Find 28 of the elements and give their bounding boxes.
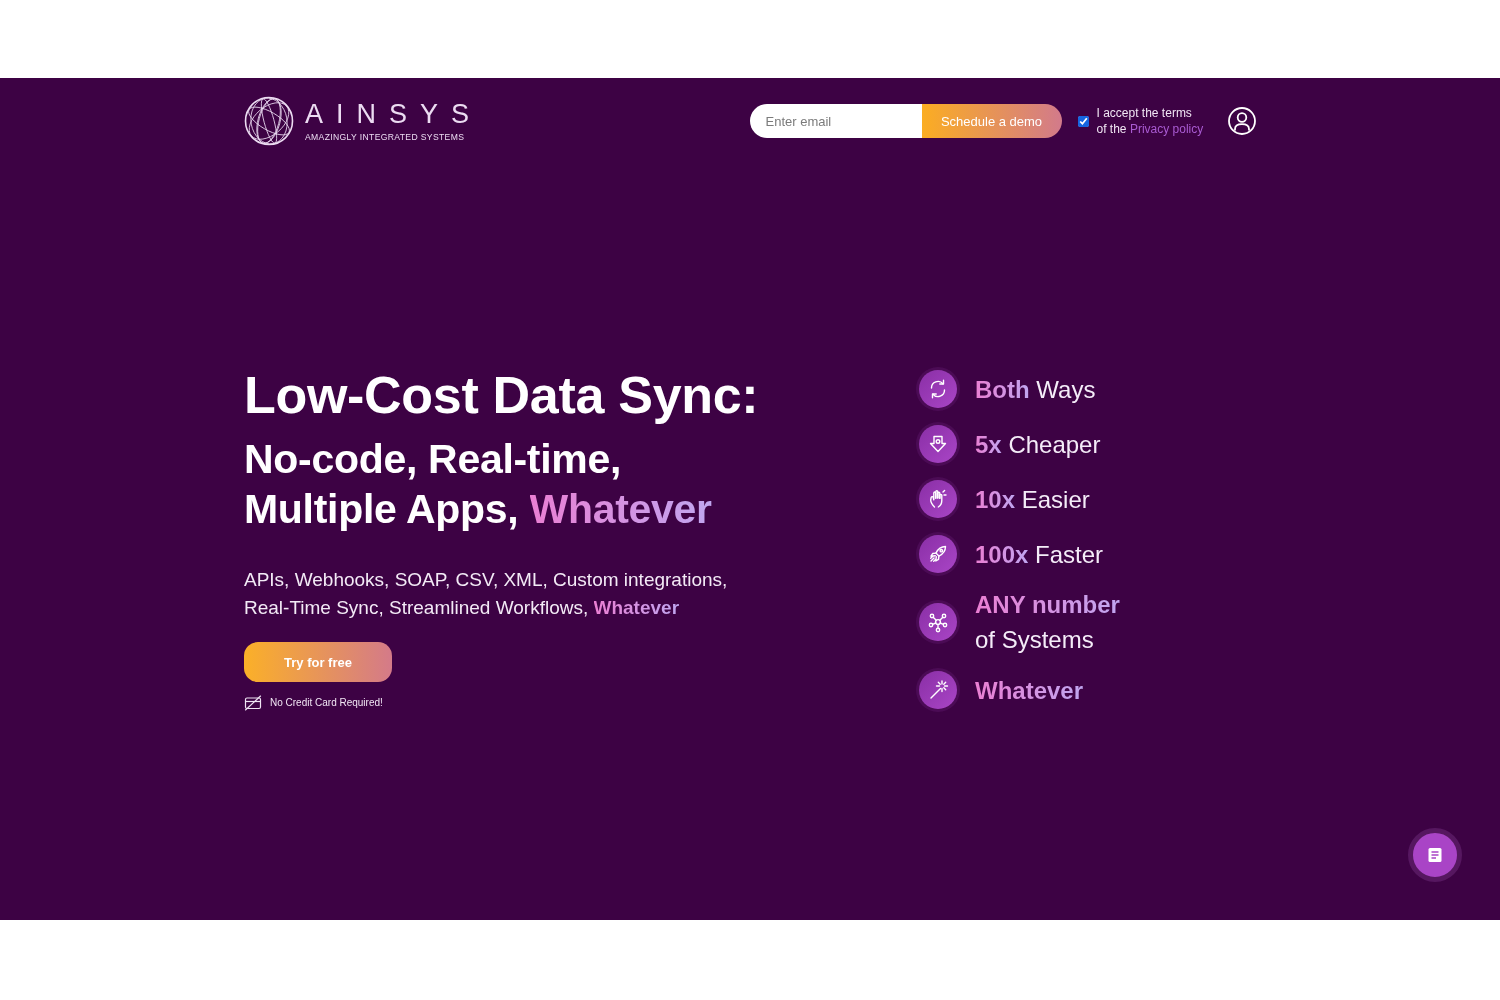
down-arrow-icon: [916, 422, 960, 466]
logo-tagline: AMAZINGLY INTEGRATED SYSTEMS: [305, 131, 465, 142]
no-credit-card-note: No Credit Card Required!: [270, 696, 383, 710]
magic-wand-icon: [916, 668, 960, 712]
globe-logo-icon: [244, 96, 294, 146]
feature-label: ANY number of Systems: [975, 590, 1121, 655]
chat-button[interactable]: [1408, 828, 1462, 882]
hand-icon: [916, 477, 960, 521]
network-icon: [916, 600, 960, 644]
schedule-demo-button[interactable]: Schedule a demo: [921, 104, 1062, 138]
try-for-free-button[interactable]: Try for free: [244, 642, 392, 682]
terms-checkbox[interactable]: [1077, 115, 1089, 127]
user-account-icon[interactable]: [1228, 107, 1256, 135]
hero-description: APIs, Webhooks, SOAP, CSV, XML, Custom integrations, Real-Time Sync, Streamlined Workflows, Whatever: [244, 568, 729, 620]
terms-text: I accept the terms of the Privacy policy: [1096, 105, 1204, 137]
privacy-policy-link[interactable]: Privacy policy: [1129, 122, 1204, 136]
email-field[interactable]: Enter email: [749, 104, 922, 138]
logo-wordmark: AINSYS: [305, 100, 483, 128]
hero-title: Low-Cost Data Sync:: [244, 366, 760, 424]
notes-icon: [1427, 847, 1443, 863]
rocket-icon: [916, 532, 960, 576]
feature-label: Both Ways: [975, 374, 1097, 405]
feature-label: 10x Easier: [975, 484, 1091, 515]
feature-label: 5x Cheaper: [975, 429, 1102, 460]
sync-arrows-icon: [916, 367, 960, 411]
crossed-card-icon: [244, 695, 262, 711]
feature-label: 100x Faster: [975, 539, 1105, 570]
hero-subtitle: No-code, Real-time, Multiple Apps, Whatever: [244, 435, 713, 534]
